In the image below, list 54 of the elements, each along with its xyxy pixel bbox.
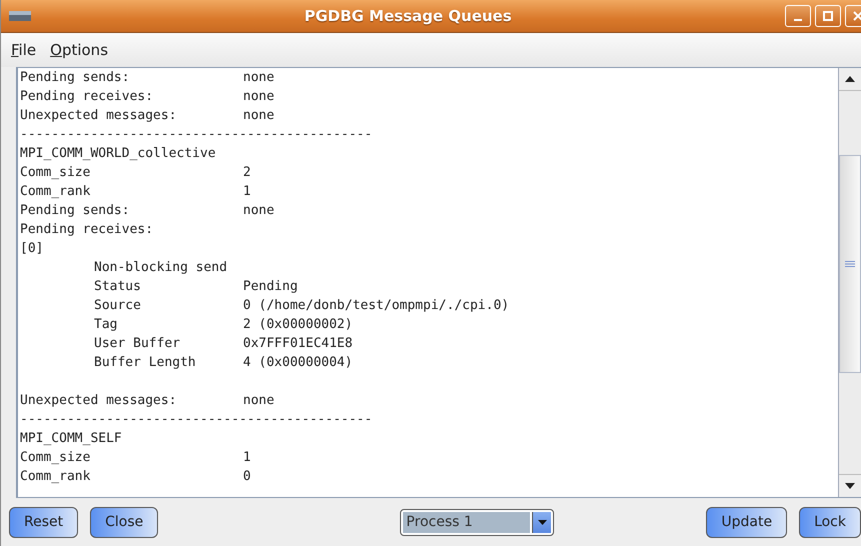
field-value: 2: [243, 164, 251, 182]
field-label: Comm_rank: [20, 468, 92, 486]
scrollbar-thumb[interactable]: [839, 155, 861, 373]
dialog-button[interactable]: Lock: [799, 506, 861, 538]
text-line: MPI_COMM_SELF: [20, 430, 122, 448]
field-label: Tag: [94, 316, 118, 334]
field-label: Source: [94, 297, 142, 315]
menu-item[interactable]: Options: [50, 41, 108, 59]
field-label: Comm_rank: [20, 183, 92, 201]
minimize-icon: [794, 19, 802, 21]
up-arrow-icon[interactable]: [845, 76, 855, 82]
maximize-button[interactable]: [815, 5, 841, 27]
process-dropdown[interactable]: Process 1: [400, 508, 554, 536]
field-label: Unexpected messages:: [20, 107, 178, 125]
dialog-button[interactable]: Close: [90, 506, 158, 538]
field-value: 1: [243, 449, 251, 467]
down-arrow-icon[interactable]: [845, 483, 855, 489]
field-value: 0: [243, 468, 251, 486]
field-label: Pending sends:: [20, 202, 131, 220]
field-value: 2 (0x00000002): [243, 316, 353, 334]
field-value: none: [243, 392, 274, 410]
text-line: Pending receives:: [20, 221, 154, 239]
field-label: Status: [94, 278, 142, 296]
text-line: Non-blocking send: [94, 259, 228, 277]
field-value: none: [243, 107, 274, 125]
text-line: ---------------------------------------------: [20, 411, 372, 429]
field-label: Comm_size: [20, 164, 92, 182]
field-label: Buffer Length: [94, 354, 197, 372]
dialog-button[interactable]: Update: [706, 506, 788, 538]
field-value: none: [243, 202, 274, 220]
vertical-scrollbar[interactable]: [838, 68, 861, 497]
field-value: none: [243, 88, 274, 106]
field-label: Unexpected messages:: [20, 392, 178, 410]
text-line: [0]: [20, 240, 44, 258]
field-value: 0x7FFF01EC41E8: [243, 335, 353, 353]
window-icon[interactable]: [9, 11, 31, 21]
caret-icon: [538, 520, 547, 524]
maximize-icon: [822, 10, 834, 22]
minimize-button[interactable]: [785, 5, 811, 27]
close-icon: [852, 10, 861, 22]
field-value: 0 (/home/donb/test/ompmpi/./cpi.0): [243, 297, 510, 315]
dialog-button[interactable]: Reset: [9, 506, 78, 538]
field-value: Pending: [243, 278, 298, 296]
field-value: 1: [243, 183, 251, 201]
field-label: Pending receives:: [20, 88, 154, 106]
field-value: 4 (0x00000004): [243, 354, 353, 372]
field-label: User Buffer: [94, 335, 182, 353]
text-line: ---------------------------------------------: [20, 126, 372, 144]
window-title: PGDBG Message Queues: [303, 7, 513, 25]
menu-item[interactable]: File: [11, 41, 36, 59]
field-value: none: [243, 69, 274, 87]
field-label: Pending sends:: [20, 69, 131, 87]
text-line: MPI_COMM_WORLD_collective: [20, 145, 216, 163]
field-label: Comm_size: [20, 449, 92, 467]
